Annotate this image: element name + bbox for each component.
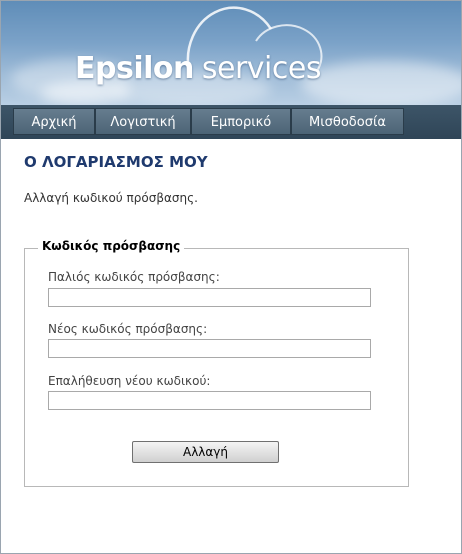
- nav-item-accounting[interactable]: Λογιστική: [95, 108, 191, 135]
- page-frame: Epsilon services Αρχική Λογιστική Εμπορικ…: [0, 0, 462, 554]
- nav-item-commercial[interactable]: Εμπορικό: [191, 108, 291, 135]
- old-password-label: Παλιός κωδικός πρόσβασης:: [48, 270, 220, 284]
- fieldset-legend: Κωδικός πρόσβασης: [38, 239, 185, 253]
- new-password-input[interactable]: [48, 339, 371, 358]
- logo-light-text: services: [201, 51, 322, 86]
- new-password-label: Νέος κωδικός πρόσβασης:: [48, 322, 208, 336]
- change-password-button[interactable]: Αλλαγή: [132, 441, 279, 463]
- old-password-input[interactable]: [48, 288, 371, 307]
- company-logo[interactable]: Epsilon services: [75, 51, 321, 91]
- confirm-password-input[interactable]: [48, 391, 371, 410]
- logo-bold-text: Epsilon: [75, 51, 194, 86]
- page-title: Ο ΛΟΓΑΡΙΑΣΜΟΣ ΜΟΥ: [24, 153, 208, 171]
- nav-item-home[interactable]: Αρχική: [13, 108, 95, 135]
- header-banner: Epsilon services: [1, 1, 461, 105]
- main-navigation: Αρχική Λογιστική Εμπορικό Μισθοδοσία: [1, 105, 461, 139]
- nav-item-payroll[interactable]: Μισθοδοσία: [291, 108, 404, 135]
- confirm-password-label: Επαλήθευση νέου κωδικού:: [48, 374, 211, 388]
- page-subtitle: Αλλαγή κωδικού πρόσβασης.: [24, 191, 198, 205]
